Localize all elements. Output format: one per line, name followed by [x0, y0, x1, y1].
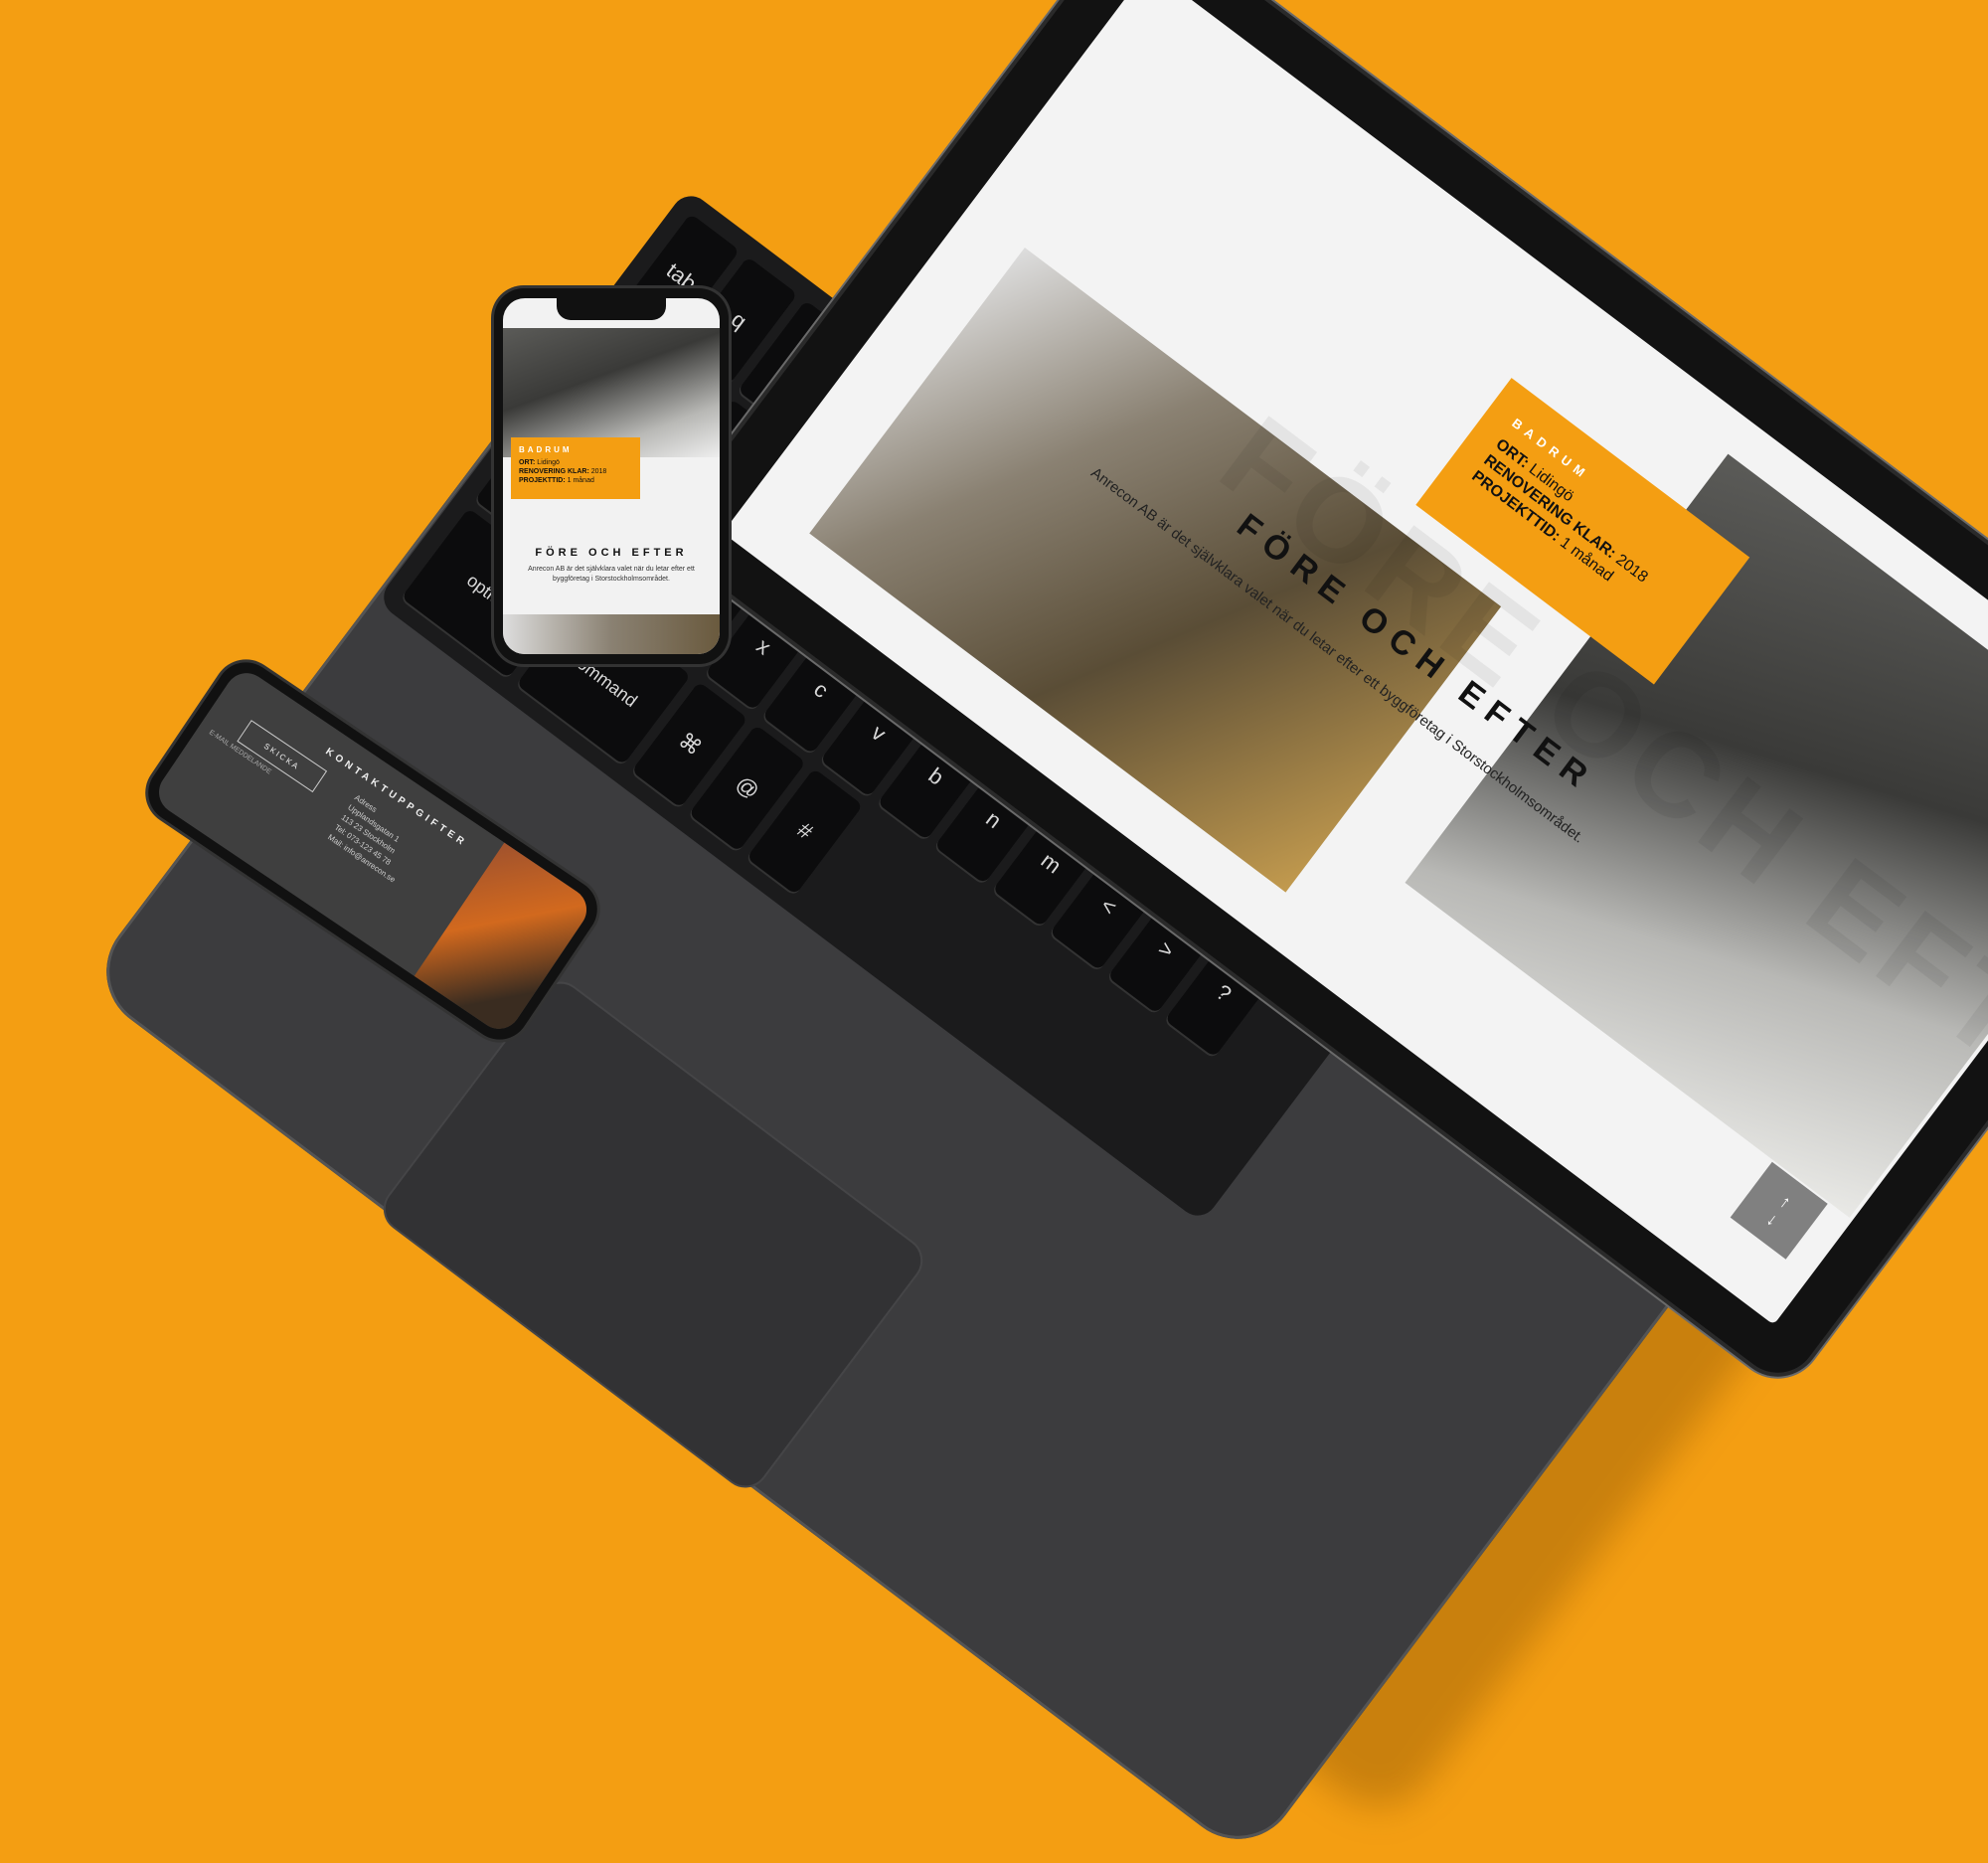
project-location: ORT: Lidingö: [519, 459, 560, 466]
project-info-box: BADRUM ORT: Lidingö RENOVERING KLAR: 201…: [511, 437, 640, 499]
phone-portrait-screen: BADRUM ORT: Lidingö RENOVERING KLAR: 201…: [503, 298, 720, 654]
section-subheading: Anrecon AB är det självklara valet när d…: [528, 566, 695, 583]
kitchen-photo: [503, 614, 720, 654]
project-duration: PROJEKTTID: 1 månad: [519, 477, 594, 484]
section-heading: FÖRE OCH EFTER: [535, 547, 688, 559]
phone-portrait: BADRUM ORT: Lidingö RENOVERING KLAR: 201…: [494, 288, 729, 664]
arrow-down-icon[interactable]: ↓: [1762, 1208, 1782, 1231]
phone-notch: [557, 298, 666, 320]
project-category: BADRUM: [519, 445, 573, 454]
project-completed: RENOVERING KLAR: 2018: [519, 468, 607, 475]
